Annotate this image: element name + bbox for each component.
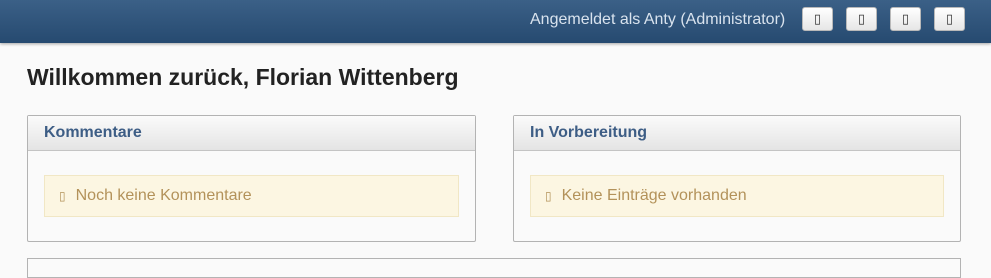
in-preparation-panel-title: In Vorbereitung <box>514 116 960 151</box>
in-preparation-panel: In Vorbereitung ▯ Keine Einträge vorhande… <box>513 115 961 242</box>
additional-panel <box>27 258 961 278</box>
toolbar-button-1[interactable]: ▯ <box>802 7 833 31</box>
comments-panel-title: Kommentare <box>28 116 475 151</box>
comments-empty-notice: ▯ Noch keine Kommentare <box>44 175 459 217</box>
notice-icon: ▯ <box>545 189 552 203</box>
comments-empty-text: Noch keine Kommentare <box>75 187 252 204</box>
toolbar-button-3[interactable]: ▯ <box>890 7 921 31</box>
toolbar-icon-3: ▯ <box>901 11 910 27</box>
toolbar-button-2[interactable]: ▯ <box>846 7 877 31</box>
in-preparation-empty-text: Keine Einträge vorhanden <box>561 187 747 204</box>
page-title: Willkommen zurück, Florian Wittenberg <box>27 64 459 90</box>
top-navigation-bar: Angemeldet als Anty (Administrator) ▯ ▯ … <box>0 0 991 43</box>
toolbar-icon-4: ▯ <box>945 11 954 27</box>
toolbar-icon-2: ▯ <box>857 11 866 27</box>
login-status: Angemeldet als Anty (Administrator) <box>530 11 786 28</box>
toolbar-icon-1: ▯ <box>813 11 822 27</box>
notice-icon: ▯ <box>59 189 66 203</box>
in-preparation-empty-notice: ▯ Keine Einträge vorhanden <box>530 175 944 217</box>
toolbar-button-4[interactable]: ▯ <box>934 7 965 31</box>
comments-panel: Kommentare ▯ Noch keine Kommentare <box>27 115 476 242</box>
